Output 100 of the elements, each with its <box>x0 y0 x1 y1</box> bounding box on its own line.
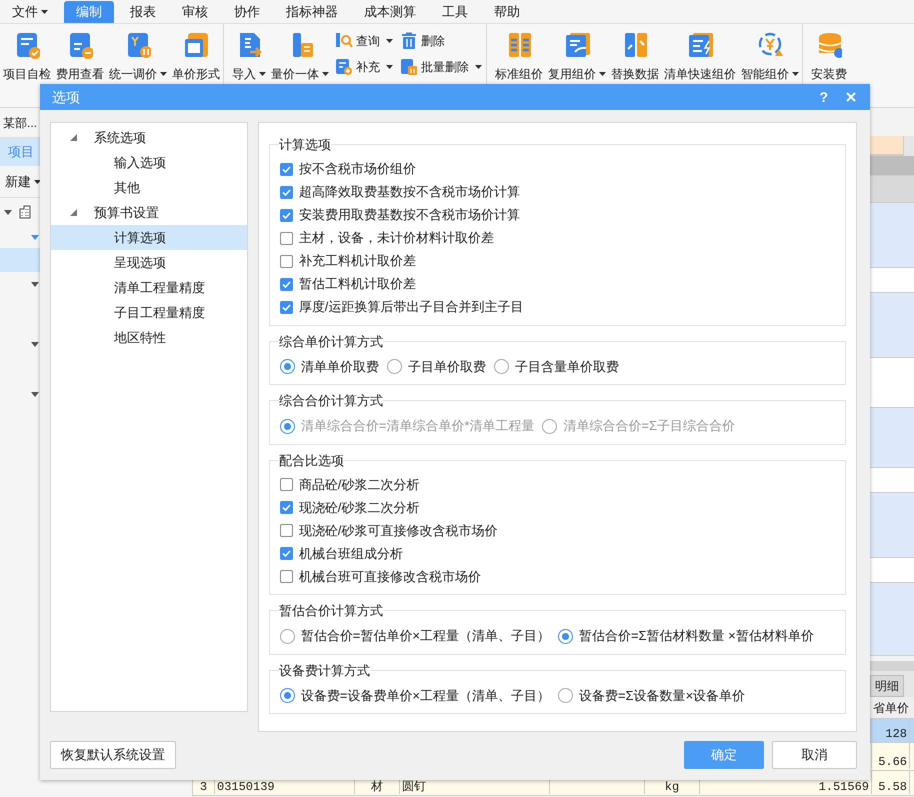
tree-item[interactable]: 呈现选项 <box>51 250 247 275</box>
option-label: 设备费=设备费单价×工程量（清单、子目） <box>300 686 550 705</box>
tree-item[interactable]: 子目工程量精度 <box>51 300 247 325</box>
option-label: 设备费=Σ设备数量×设备单价 <box>578 686 746 705</box>
check-icon <box>282 304 291 310</box>
collapse-icon <box>31 282 39 287</box>
checkbox[interactable] <box>280 524 293 537</box>
toolbar-button[interactable]: 批量删除 <box>400 58 482 76</box>
radio-button[interactable] <box>558 628 573 644</box>
collapse-icon <box>31 392 39 397</box>
tree-item[interactable]: 其他 <box>51 175 247 200</box>
menu-tab[interactable]: 帮助 <box>484 1 530 23</box>
menu-tab[interactable]: 报表 <box>120 1 166 23</box>
option-label: 主材，设备，未计价材料计取价差 <box>298 229 494 248</box>
detail-tab[interactable]: 明细 <box>870 675 904 697</box>
check-icon <box>282 280 291 288</box>
toolbar-button[interactable]: 清单快速组价 <box>662 31 738 83</box>
radio-button[interactable] <box>280 628 295 644</box>
menu-tab[interactable]: 审核 <box>172 1 218 23</box>
document-icon <box>67 31 93 59</box>
menu-tab[interactable]: 指标神器 <box>276 1 348 23</box>
checkbox[interactable] <box>280 478 293 491</box>
cancel-button[interactable]: 取消 <box>772 741 857 769</box>
option-label: 子目含量单价取费 <box>514 358 619 376</box>
toolbar-button[interactable]: 标准组价 <box>493 31 545 83</box>
radio-button[interactable] <box>280 359 295 374</box>
radio-button[interactable] <box>280 688 295 703</box>
table-cell: 03150139 <box>217 780 275 794</box>
table-cell: 圆钉 <box>402 780 426 794</box>
toolbar-button[interactable]: 补充 <box>335 58 393 76</box>
tree-item[interactable]: 预算书设置 <box>51 200 247 225</box>
reset-button[interactable]: 恢复默认系统设置 <box>50 741 176 769</box>
checkbox[interactable] <box>280 300 293 314</box>
group-title: 暂估合价计算方式 <box>278 602 383 620</box>
batch-delete-icon <box>400 58 418 76</box>
table-cell: 3 <box>200 780 208 794</box>
toolbar-button[interactable]: 费用查看 <box>54 31 106 83</box>
toolbar-button[interactable]: 安装费 <box>809 31 849 83</box>
toolbar-button[interactable]: 智能组价 <box>739 31 801 83</box>
checkbox[interactable] <box>280 186 293 198</box>
option-label: 清单单价取费 <box>300 358 379 376</box>
checkbox[interactable] <box>280 278 293 290</box>
collapse-icon <box>4 210 12 214</box>
table-cell: 材 <box>371 780 383 794</box>
check-icon <box>282 504 291 511</box>
option-label: 超高降效取费基数按不含税市场价计算 <box>298 183 520 202</box>
checkbox[interactable] <box>280 232 293 244</box>
reuse-icon <box>564 31 590 59</box>
checkbox[interactable] <box>280 162 293 176</box>
quick-list-icon <box>687 31 713 59</box>
option-label: 机械台班可直接修改含税市场价 <box>298 568 481 586</box>
option-label: 商品砼/砂浆二次分析 <box>298 476 420 494</box>
new-button[interactable]: 新建 <box>5 172 41 192</box>
group-title: 综合单价计算方式 <box>278 332 383 350</box>
swap-icon <box>622 31 648 59</box>
toolbar-button[interactable]: 统一调价 <box>107 31 169 83</box>
tree-item[interactable]: 输入选项 <box>51 150 247 175</box>
building-icon <box>18 205 32 219</box>
tree-item[interactable]: 系统选项 <box>51 125 247 150</box>
group-title: 计算选项 <box>278 136 331 154</box>
option-label: 暂估合价=暂估单价×工程量（清单、子目） <box>300 627 550 646</box>
radio-button[interactable] <box>386 359 402 374</box>
radio-button[interactable] <box>558 688 573 703</box>
check-icon <box>282 188 291 196</box>
form-icon <box>183 31 209 59</box>
tree-item[interactable]: 清单工程量精度 <box>51 275 247 300</box>
option-label: 清单综合合价=Σ子目综合合价 <box>563 417 736 436</box>
checkbox[interactable] <box>280 208 293 222</box>
close-button[interactable] <box>844 92 858 102</box>
group-title: 设备费计算方式 <box>278 662 370 680</box>
table-cell: 1.51569 <box>818 780 869 794</box>
menu-tab[interactable]: 工具 <box>432 1 478 23</box>
menu-tab[interactable]: 成本测算 <box>354 1 426 23</box>
tree-item[interactable]: 地区特性 <box>51 325 247 350</box>
panel-title: 某部... <box>3 114 38 132</box>
toolbar-button[interactable]: 查询 <box>335 32 393 50</box>
toolbar-button[interactable]: 删除 <box>400 32 482 50</box>
checkbox[interactable] <box>280 547 293 560</box>
database-icon <box>816 31 842 59</box>
toolbar-button[interactable]: 量价一体 <box>269 31 331 83</box>
toolbar-button[interactable]: 单价形式 <box>170 31 222 83</box>
toolbar-button[interactable]: 项目自检 <box>1 31 53 83</box>
checkbox[interactable] <box>280 570 293 583</box>
menu-tab[interactable]: 文件 <box>2 1 58 23</box>
option-label: 子目单价取费 <box>408 358 486 376</box>
smart-price-icon <box>757 31 783 59</box>
tree-item[interactable]: 计算选项 <box>51 225 247 250</box>
radio-button[interactable] <box>494 359 509 374</box>
table-cell: 128 <box>885 727 907 741</box>
menu-tab[interactable]: 协作 <box>224 1 270 23</box>
collapse-icon <box>31 234 39 240</box>
checklist-icon <box>14 31 40 59</box>
checkbox[interactable] <box>280 254 293 268</box>
column-header: 省单价 <box>872 700 910 716</box>
option-label: 安装费用取费基数按不含税市场价计算 <box>298 206 520 224</box>
toolbar-button[interactable]: 复用组价 <box>546 31 608 83</box>
toolbar-button[interactable]: 替换数据 <box>609 31 661 83</box>
checkbox[interactable] <box>280 501 293 514</box>
toolbar-button[interactable]: 导入 <box>230 31 268 83</box>
table-icon <box>506 31 532 59</box>
